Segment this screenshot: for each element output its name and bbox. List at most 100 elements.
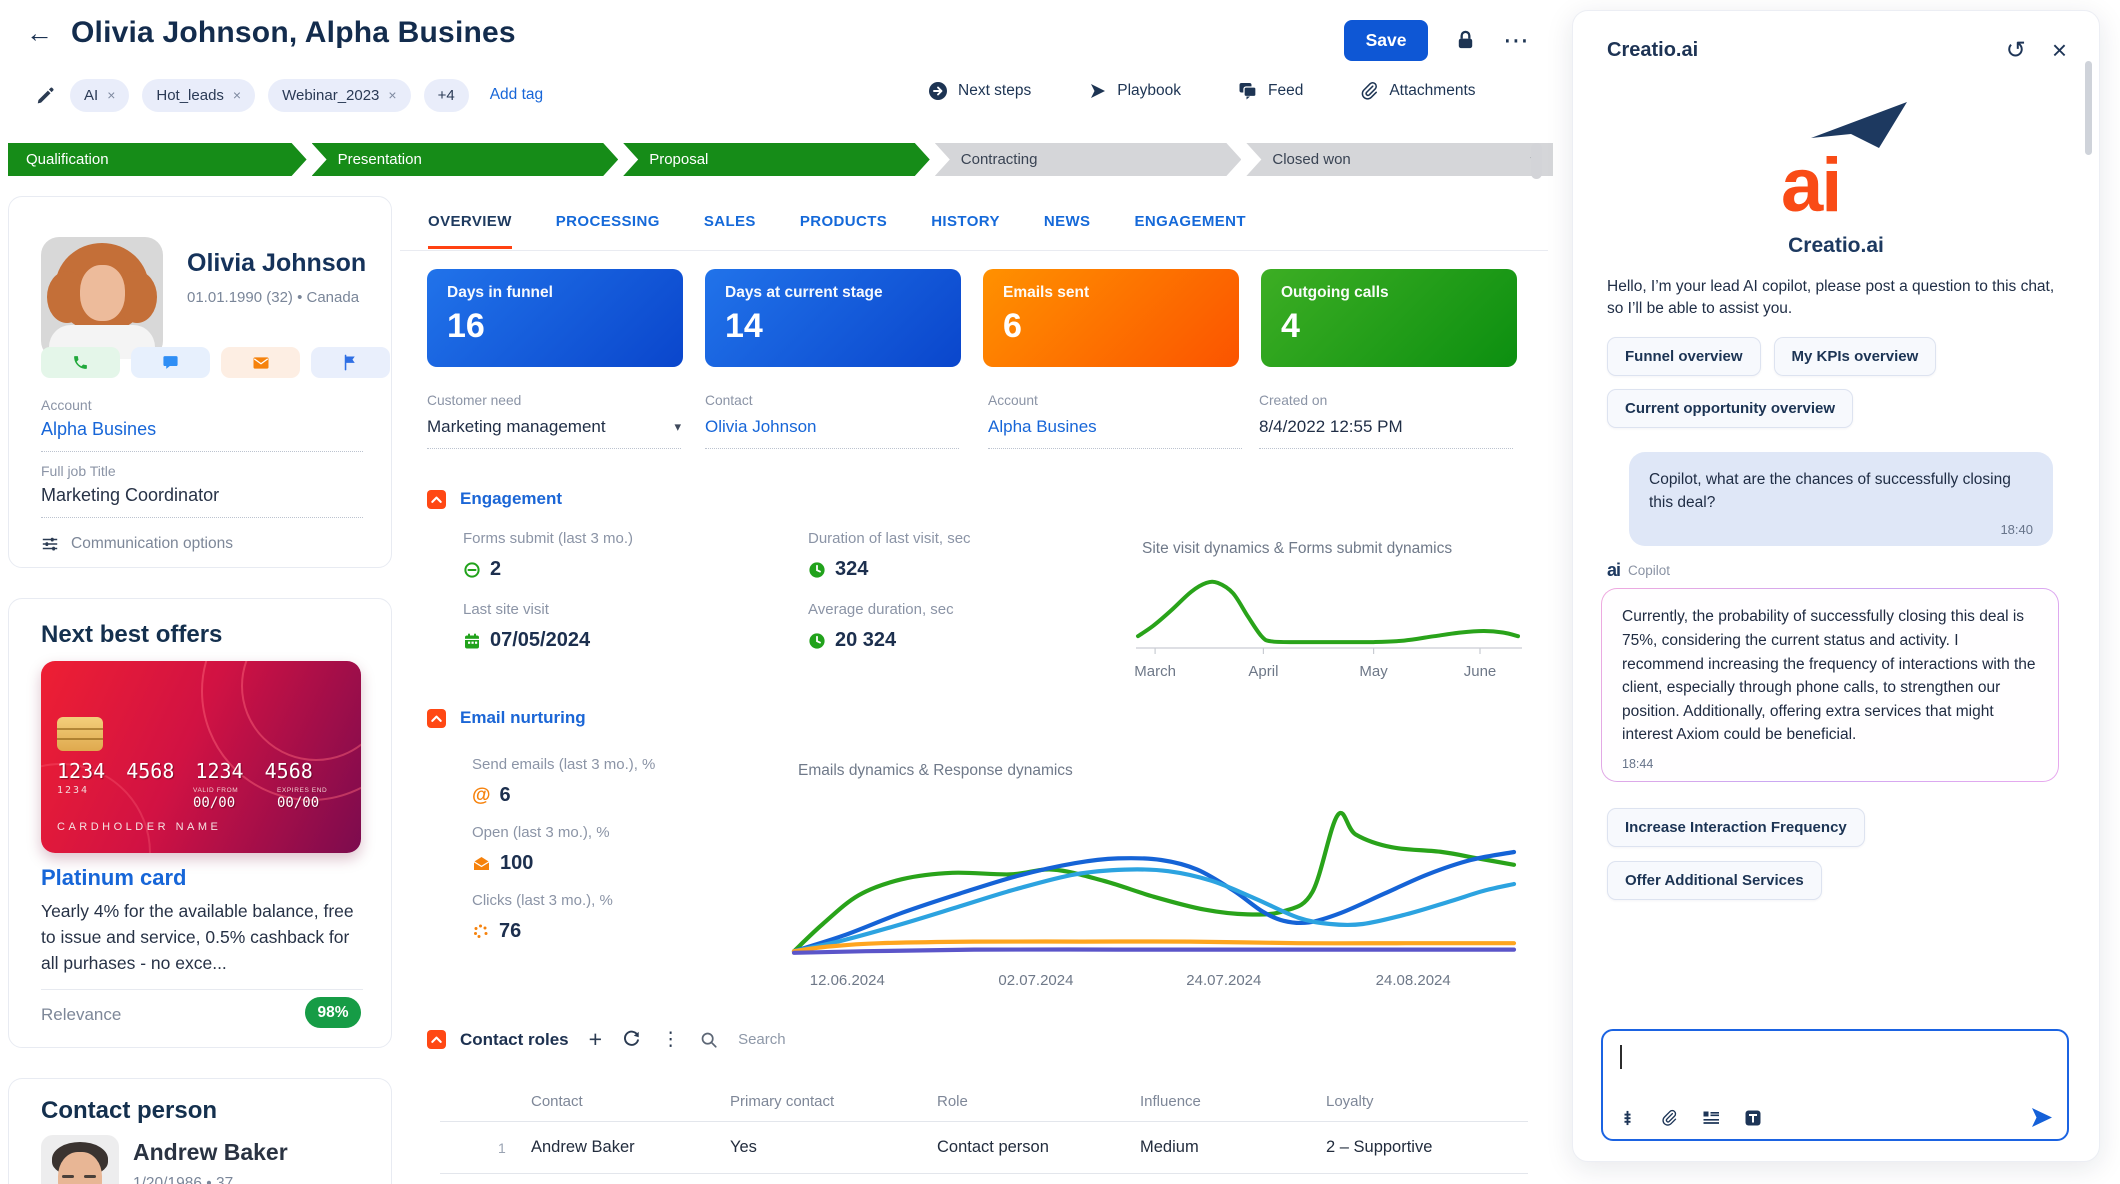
template-icon[interactable]: [1702, 1109, 1720, 1127]
back-arrow-icon[interactable]: ←: [26, 20, 53, 47]
stage-proposal[interactable]: Proposal: [623, 143, 930, 176]
send-icon[interactable]: [2031, 1107, 2053, 1128]
suggestion-opportunity-overview[interactable]: Current opportunity overview: [1607, 389, 1853, 428]
panel-scrollbar[interactable]: [2085, 61, 2092, 155]
table-row[interactable]: 1 Andrew Baker Yes Contact person Medium…: [440, 1122, 1528, 1174]
flag-button[interactable]: [311, 347, 390, 378]
add-tag-button[interactable]: Add tag: [490, 86, 543, 104]
add-icon[interactable]: +: [589, 1028, 602, 1051]
stage-label: Qualification: [26, 151, 109, 168]
credit-card-image[interactable]: 1234 4568 1234 4568 1234 VALID FROM 00/0…: [41, 661, 361, 853]
email-nurturing-fields: Send emails (last 3 mo.), % @ 6 Open (la…: [472, 756, 655, 943]
header-actions: Save ⋯: [1344, 20, 1531, 61]
field-label: Contact: [705, 393, 959, 408]
stage-closed-won[interactable]: Closed won ▾: [1246, 143, 1553, 176]
offer-link[interactable]: Platinum card: [41, 865, 186, 891]
field-label: Forms submit (last 3 mo.): [463, 530, 633, 547]
tag-chip[interactable]: Hot_leads ×: [142, 79, 255, 112]
chat-input-toolbar: [1619, 1107, 2053, 1128]
metric-emails-sent[interactable]: Emails sent 6: [983, 269, 1239, 367]
chat-input[interactable]: [1601, 1029, 2069, 1141]
main-scrollbar[interactable]: [1531, 143, 1542, 179]
save-button[interactable]: Save: [1344, 20, 1428, 61]
column-header[interactable]: Contact: [531, 1093, 730, 1110]
playbook-button[interactable]: Playbook: [1087, 81, 1181, 101]
kebab-menu-icon[interactable]: ⋮: [661, 1028, 680, 1051]
lock-icon[interactable]: [1454, 29, 1477, 52]
tab-engagement[interactable]: ENGAGEMENT: [1134, 213, 1246, 249]
suggestion-kpis-overview[interactable]: My KPIs overview: [1774, 337, 1937, 376]
column-header[interactable]: Role: [937, 1093, 1140, 1110]
slider-icon[interactable]: [1619, 1109, 1636, 1127]
metric-outgoing-calls[interactable]: Outgoing calls 4: [1261, 269, 1517, 367]
chat-button[interactable]: [131, 347, 210, 378]
sales-funnel: Qualification Presentation Proposal Cont…: [8, 143, 1553, 176]
more-options-icon[interactable]: ⋯: [1503, 35, 1531, 45]
attachments-button[interactable]: Attachments: [1359, 81, 1475, 101]
stage-qualification[interactable]: Qualification: [8, 143, 307, 176]
account-link[interactable]: Alpha Busines: [988, 417, 1097, 437]
call-button[interactable]: [41, 347, 120, 378]
search-icon[interactable]: [700, 1031, 718, 1049]
tab-history[interactable]: HISTORY: [931, 213, 1000, 249]
job-title-label: Full job Title: [41, 463, 116, 479]
clock-icon: [808, 632, 826, 650]
collapse-icon[interactable]: [427, 709, 446, 728]
stage-label: Proposal: [649, 151, 708, 168]
tab-sales[interactable]: SALES: [704, 213, 756, 249]
metric-value: 4: [1281, 307, 1497, 346]
column-header[interactable]: Loyalty: [1326, 1093, 1528, 1110]
tag-chip[interactable]: Webinar_2023 ×: [268, 79, 410, 112]
engagement-title[interactable]: Engagement: [460, 489, 562, 509]
field-label: Send emails (last 3 mo.), %: [472, 756, 655, 773]
tag-remove-icon[interactable]: ×: [388, 87, 396, 103]
contact-person-name[interactable]: Andrew Baker: [133, 1139, 288, 1166]
metric-days-in-funnel[interactable]: Days in funnel 16: [427, 269, 683, 367]
account-link[interactable]: Alpha Busines: [41, 419, 156, 440]
attach-icon[interactable]: [1660, 1109, 1678, 1127]
card-chip: [57, 717, 103, 751]
metric-days-at-stage[interactable]: Days at current stage 14: [705, 269, 961, 367]
tab-processing[interactable]: PROCESSING: [556, 213, 660, 249]
collapse-icon[interactable]: [427, 1030, 446, 1049]
feed-button[interactable]: Feed: [1237, 80, 1303, 101]
card-number-small: 1234: [57, 785, 89, 796]
column-header[interactable]: Influence: [1140, 1093, 1326, 1110]
column-header[interactable]: Primary contact: [730, 1093, 937, 1110]
relevance-badge: 98%: [305, 997, 361, 1028]
stage-label: Closed won: [1272, 151, 1350, 168]
collapse-icon[interactable]: [427, 490, 446, 509]
refresh-icon[interactable]: [622, 1030, 641, 1049]
action-offer-services[interactable]: Offer Additional Services: [1607, 861, 1822, 900]
suggestion-funnel-overview[interactable]: Funnel overview: [1607, 337, 1761, 376]
stage-presentation[interactable]: Presentation: [312, 143, 619, 176]
reset-icon[interactable]: ↺: [2006, 36, 2026, 65]
copilot-message-text: Currently, the probability of successful…: [1622, 605, 2038, 746]
tag-remove-icon[interactable]: ×: [107, 87, 115, 103]
text-format-icon[interactable]: [1744, 1109, 1762, 1127]
tag-overflow-chip[interactable]: +4: [424, 79, 469, 112]
emails-chart: Emails dynamics & Response dynamics 12.0…: [790, 762, 1530, 994]
customer-need-dropdown[interactable]: Marketing management ▾: [427, 417, 681, 449]
tag-chip[interactable]: AI ×: [70, 79, 129, 112]
chevron-down-icon: ▾: [674, 419, 681, 435]
pencil-icon[interactable]: [36, 85, 57, 106]
search-input[interactable]: [738, 1031, 858, 1048]
tag-remove-icon[interactable]: ×: [233, 87, 241, 103]
close-icon[interactable]: ×: [2052, 35, 2067, 66]
contact-link[interactable]: Olivia Johnson: [705, 417, 817, 437]
next-steps-button[interactable]: Next steps: [928, 81, 1031, 101]
metric-cards: Days in funnel 16 Days at current stage …: [427, 269, 1517, 367]
stage-contracting[interactable]: Contracting: [935, 143, 1242, 176]
email-nurturing-title[interactable]: Email nurturing: [460, 708, 586, 728]
contact-roles-controls: + ⋮: [589, 1028, 858, 1051]
tab-products[interactable]: PRODUCTS: [800, 213, 887, 249]
email-button[interactable]: [221, 347, 300, 378]
row-influence: Medium: [1140, 1138, 1326, 1157]
communication-options-button[interactable]: Communication options: [41, 535, 233, 553]
action-increase-frequency[interactable]: Increase Interaction Frequency: [1607, 808, 1865, 847]
row-contact-link[interactable]: Andrew Baker: [531, 1138, 730, 1157]
tag-bar: AI × Hot_leads × Webinar_2023 × +4 Add t…: [36, 76, 543, 114]
tab-overview[interactable]: OVERVIEW: [428, 213, 512, 249]
tab-news[interactable]: NEWS: [1044, 213, 1091, 249]
